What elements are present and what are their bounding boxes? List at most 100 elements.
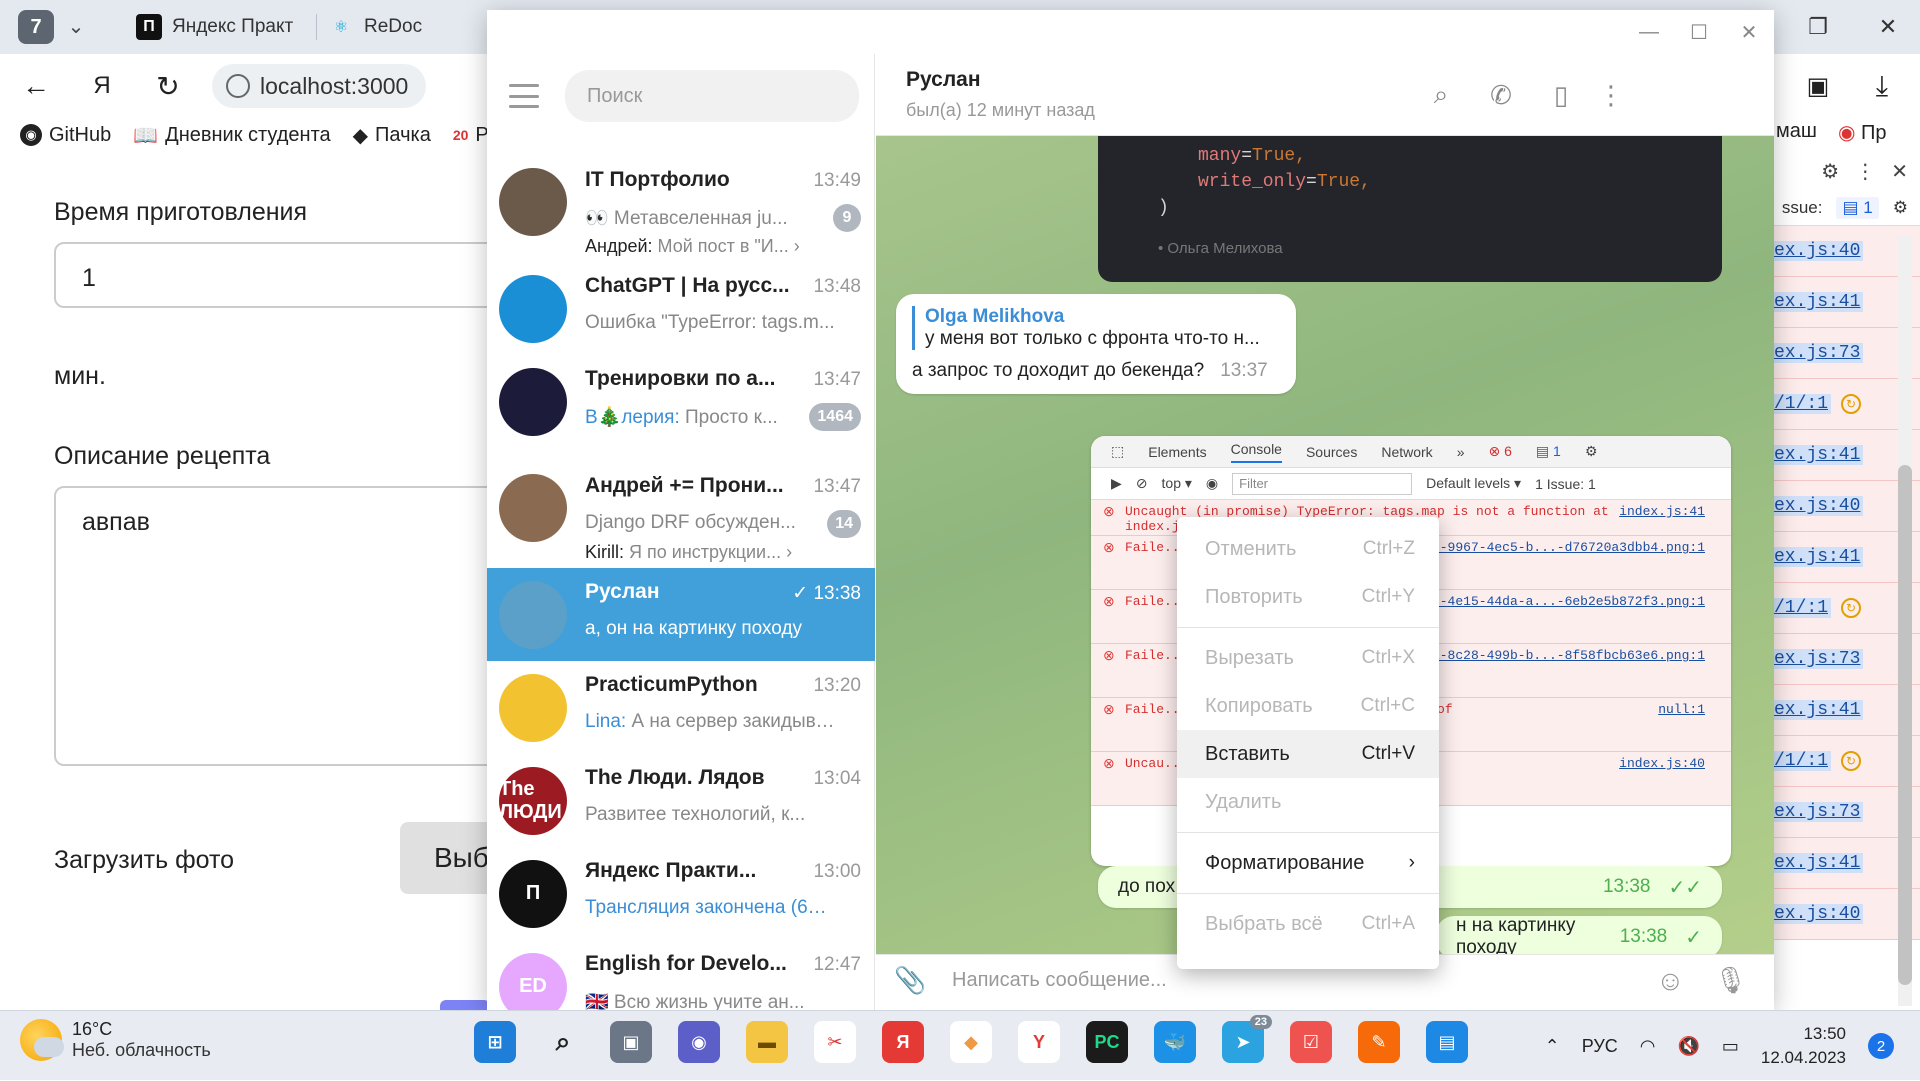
telegram-icon[interactable]: ➤ 23 [1222, 1015, 1272, 1063]
source-link[interactable]: ex.js:73 [1771, 649, 1864, 669]
search-icon[interactable]: ⌕ [1424, 78, 1458, 112]
source-link[interactable]: ex.js:41 [1771, 547, 1864, 567]
menu-item[interactable]: Отменить Ctrl+Z [1177, 525, 1439, 573]
menu-item[interactable]: Повторить Ctrl+Y [1177, 573, 1439, 621]
chat-item[interactable]: The ЛЮДИ The Люди. Лядов 13:04 Развитее тех… [487, 754, 875, 847]
bookmark-2035[interactable]: 20 Р [453, 124, 489, 147]
reply-quote[interactable]: Olga Melikhova у меня вот только с фронт… [912, 306, 1280, 350]
git-icon[interactable]: ◆ [950, 1021, 992, 1063]
chat-item[interactable]: PracticumPython 13:20 Lina: А на сервер за… [487, 661, 875, 754]
more-icon[interactable]: ⋮ [1855, 159, 1875, 184]
source-link[interactable]: ex.js:40 [1771, 496, 1864, 516]
bookmark-github[interactable]: ◉ GitHub [20, 124, 111, 147]
collections-icon[interactable]: ▣ [1796, 64, 1840, 108]
notepad-icon[interactable]: ▤ [1426, 1021, 1468, 1063]
address-bar[interactable]: localhost:3000 [212, 64, 426, 108]
windows-start-icon[interactable]: ⊞ [474, 1021, 516, 1063]
menu-item[interactable]: Копировать Ctrl+C [1177, 682, 1439, 730]
back-button[interactable]: ← [14, 64, 58, 108]
bookmark-overflow-1[interactable]: маш [1776, 120, 1817, 143]
close-icon[interactable]: ✕ [1724, 10, 1774, 54]
task-view-icon[interactable]: ▣ [610, 1021, 652, 1063]
chat-item[interactable]: IT Портфолио 13:49 👀 Метавселенная ju... Ан… [487, 142, 875, 262]
reload-button[interactable]: ↻ [146, 64, 190, 108]
tab-redoc[interactable]: ⚛ ReDoc [328, 8, 422, 46]
source-link[interactable]: /1/:1 [1771, 751, 1832, 771]
source-link[interactable]: /1/:1 [1771, 598, 1832, 618]
unread-badge: 9 [833, 203, 861, 232]
attach-icon[interactable]: 📎 [894, 965, 926, 996]
todo-icon[interactable]: ☑ [1290, 1021, 1332, 1063]
source-link[interactable]: ex.js:73 [1771, 343, 1864, 363]
minimize-icon[interactable]: — [1624, 10, 1674, 54]
bookmark-diary[interactable]: 📖 Дневник студента [133, 123, 330, 148]
clock[interactable]: 13:50 12.04.2023 [1761, 1022, 1846, 1070]
source-link[interactable]: ex.js:41 [1771, 853, 1864, 873]
download-icon[interactable]: ⤓ [1860, 64, 1904, 108]
more-icon[interactable]: ⋮ [1594, 78, 1628, 112]
chat-item[interactable]: Андрей += Прони... 13:47 Django DRF обсужд… [487, 448, 875, 568]
file-explorer-icon[interactable]: ▬ [746, 1021, 788, 1063]
yandex-icon[interactable]: Y [1018, 1021, 1060, 1063]
menu-item[interactable]: Вставить Ctrl+V [1177, 730, 1439, 778]
source-link[interactable]: ex.js:41 [1771, 292, 1864, 312]
issue-count-badge[interactable]: ▤ 1 [1836, 196, 1879, 219]
description-textarea[interactable]: авпав [54, 486, 514, 766]
pycharm-icon[interactable]: PC [1086, 1021, 1128, 1063]
maximize-icon[interactable]: ☐ [1674, 10, 1724, 54]
tab-count-button[interactable]: 7 [18, 10, 54, 44]
restore-icon[interactable]: ❐ [1786, 0, 1850, 54]
gear-icon[interactable]: ⚙ [1893, 198, 1908, 218]
chat-item[interactable]: Руслан ✓ 13:38 а, он на картинку походу [487, 568, 875, 661]
menu-item[interactable]: Выбрать всё Ctrl+A [1177, 900, 1439, 948]
chat-icon[interactable]: ◉ [678, 1021, 720, 1063]
chevron-up-icon[interactable]: ⌃ [1545, 1036, 1560, 1057]
source-link[interactable]: /1/:1 [1771, 394, 1832, 414]
weather-widget[interactable]: 16°C Неб. облачность [20, 1019, 211, 1061]
outgoing-message[interactable]: н на картинку походу 13:38 ✓ [1436, 915, 1722, 954]
chat-item[interactable]: П Яндекс Практи... 13:00 Трансляция законче… [487, 847, 875, 940]
scrollbar-thumb[interactable] [1898, 465, 1912, 985]
search-icon[interactable]: ⌕ [542, 1021, 584, 1063]
yandex-browser-icon[interactable]: Я [882, 1021, 924, 1063]
battery-icon[interactable]: ▭ [1722, 1036, 1739, 1057]
menu-icon[interactable] [509, 84, 539, 108]
cook-time-input[interactable]: 1 [54, 242, 514, 308]
language-indicator[interactable]: РУС [1582, 1036, 1618, 1057]
warning-icon: ↻ [1841, 394, 1862, 414]
wifi-icon[interactable]: ◠ [1640, 1036, 1656, 1057]
source-link[interactable]: ex.js:41 [1771, 445, 1864, 465]
menu-item[interactable]: Вырезать Ctrl+X [1177, 634, 1439, 682]
phone-icon[interactable]: ✆ [1484, 78, 1518, 112]
volume-mute-icon[interactable]: 🔇 [1677, 1036, 1699, 1057]
source-link[interactable]: ex.js:41 [1771, 700, 1864, 720]
chat-item[interactable]: Тренировки по а... 13:47 В🎄лерия: Просто к… [487, 355, 875, 448]
source-link[interactable]: ex.js:40 [1771, 904, 1864, 924]
snipping-tool-icon[interactable]: ✂ [814, 1021, 856, 1063]
tab-yandex-practicum[interactable]: П Яндекс Практ [136, 8, 293, 46]
emoji-icon[interactable]: ☺ [1656, 965, 1685, 997]
microphone-icon[interactable]: 🎙 [1714, 965, 1747, 996]
chat-time: ✓ 13:38 [792, 583, 861, 604]
bookmark-overflow-2[interactable]: ◉ Пр [1838, 120, 1887, 145]
menu-item[interactable]: Форматирование › [1177, 839, 1439, 887]
source-link[interactable]: ex.js:73 [1771, 802, 1864, 822]
close-icon[interactable]: ✕ [1856, 0, 1920, 54]
menu-item[interactable]: Удалить [1177, 778, 1439, 826]
message-input[interactable]: Написать сообщение... [952, 969, 1167, 992]
close-icon[interactable]: ✕ [1891, 159, 1908, 184]
chat-subpreview: Kirill: Я по инструкции... › [585, 542, 792, 563]
source-link[interactable]: ex.js:40 [1771, 241, 1864, 261]
incoming-message[interactable]: Olga Melikhova у меня вот только с фронт… [896, 294, 1296, 394]
bookmark-pachka[interactable]: ◆ Пачка [353, 123, 431, 148]
yandex-icon[interactable]: Я [80, 64, 124, 108]
search-input[interactable]: Поиск [565, 70, 859, 122]
sidebar-toggle-icon[interactable]: ▯ [1544, 78, 1578, 112]
chat-item[interactable]: ChatGPT | На русс... 13:48 Ошибка "TypeErr… [487, 262, 875, 355]
notification-badge[interactable]: 2 [1868, 1033, 1894, 1059]
postman-icon[interactable]: ✎ [1358, 1021, 1400, 1063]
chevron-down-icon[interactable]: ⌄ [62, 8, 90, 44]
docker-icon[interactable]: 🐳 [1154, 1021, 1196, 1063]
chat-title[interactable]: Руслан [906, 68, 981, 92]
gear-icon[interactable]: ⚙ [1821, 159, 1839, 184]
